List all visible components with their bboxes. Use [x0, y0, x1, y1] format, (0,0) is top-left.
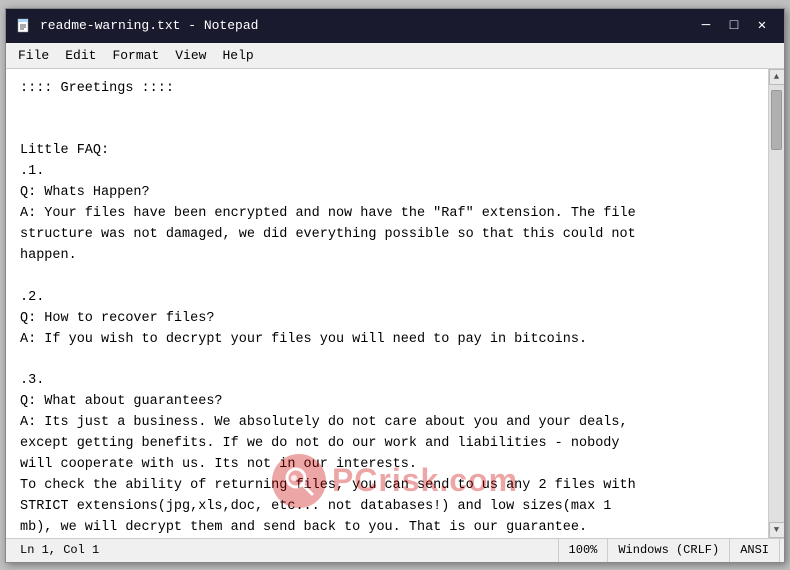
- scrollbar[interactable]: ▲ ▼: [768, 69, 784, 538]
- menu-format[interactable]: Format: [104, 46, 167, 65]
- status-encoding: ANSI: [730, 539, 780, 562]
- minimize-button[interactable]: ─: [694, 15, 718, 37]
- menu-file[interactable]: File: [10, 46, 57, 65]
- menu-edit[interactable]: Edit: [57, 46, 104, 65]
- status-line-ending: Windows (CRLF): [608, 539, 730, 562]
- maximize-button[interactable]: □: [722, 15, 746, 37]
- title-bar: readme-warning.txt - Notepad ─ □ ✕: [6, 9, 784, 43]
- status-bar: Ln 1, Col 1 100% Windows (CRLF) ANSI: [6, 538, 784, 562]
- notepad-window: readme-warning.txt - Notepad ─ □ ✕ File …: [5, 8, 785, 563]
- menu-help[interactable]: Help: [214, 46, 261, 65]
- status-position: Ln 1, Col 1: [10, 539, 559, 562]
- scroll-up-arrow[interactable]: ▲: [769, 69, 785, 85]
- title-bar-left: readme-warning.txt - Notepad: [16, 18, 258, 34]
- scroll-down-arrow[interactable]: ▼: [769, 522, 785, 538]
- close-button[interactable]: ✕: [750, 15, 774, 37]
- content-area: :::: Greetings :::: Little FAQ: .1. Q: W…: [6, 69, 784, 538]
- scroll-track[interactable]: [769, 85, 784, 522]
- menu-bar: File Edit Format View Help: [6, 43, 784, 69]
- status-zoom: 100%: [559, 539, 609, 562]
- scroll-thumb[interactable]: [771, 90, 782, 150]
- menu-view[interactable]: View: [167, 46, 214, 65]
- notepad-icon: [16, 18, 32, 34]
- content-wrapper: :::: Greetings :::: Little FAQ: .1. Q: W…: [6, 69, 784, 538]
- text-editor[interactable]: :::: Greetings :::: Little FAQ: .1. Q: W…: [6, 69, 768, 538]
- title-bar-controls: ─ □ ✕: [694, 15, 774, 37]
- window-title: readme-warning.txt - Notepad: [40, 18, 258, 33]
